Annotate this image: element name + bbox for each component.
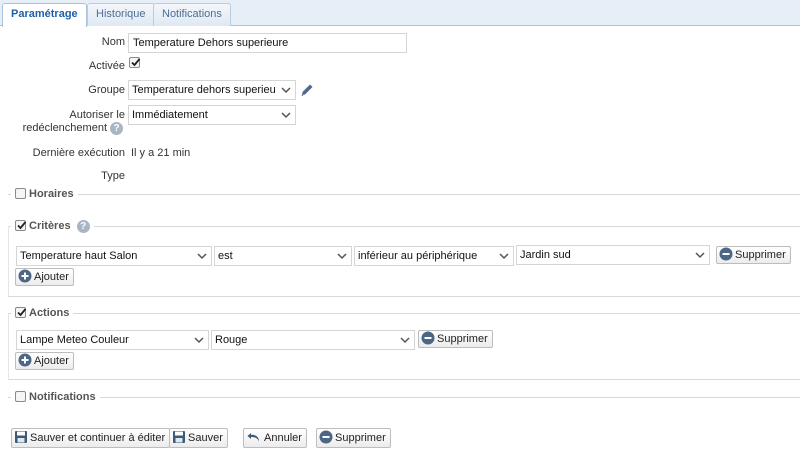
notifications-checkbox[interactable] — [15, 390, 26, 402]
minus-circle-icon — [319, 430, 333, 444]
chevron-down-icon — [400, 337, 410, 344]
actions-checkbox[interactable] — [15, 306, 27, 318]
chevron-down-icon — [197, 253, 207, 260]
groupe-label: Groupe — [88, 84, 125, 96]
chevron-down-icon — [499, 253, 509, 260]
action-value-value: Rouge — [215, 334, 248, 346]
redeclenchement-label-2: redéclenchement — [22, 122, 107, 134]
redeclenchement-label-1: Autoriser le — [69, 109, 125, 121]
horaires-label: Horaires — [29, 188, 74, 200]
chevron-down-icon — [281, 112, 291, 119]
minus-circle-icon — [719, 247, 733, 261]
chevron-down-icon — [695, 252, 705, 259]
derniere-execution-label: Dernière exécution — [32, 147, 125, 159]
notifications-label: Notifications — [29, 391, 96, 403]
checkmark-icon — [17, 221, 27, 229]
criteria-operator-value: est — [218, 250, 233, 262]
actions-legend: Actions — [11, 306, 74, 320]
save-button[interactable]: Sauver — [169, 428, 228, 448]
action-value-select[interactable]: Rouge — [211, 330, 415, 350]
checkmark-icon — [131, 58, 141, 67]
floppy-icon — [15, 431, 27, 444]
save-continue-button[interactable]: Sauver et continuer à éditer — [11, 428, 171, 448]
criteria-target-value: Jardin sud — [520, 249, 571, 261]
derniere-execution-value: Il y a 21 min — [131, 147, 191, 159]
tab-bar: Paramétrage Historique Notifications — [0, 0, 800, 27]
plus-circle-icon — [18, 269, 32, 283]
pencil-icon[interactable] — [299, 82, 315, 98]
checkmark-icon — [17, 308, 27, 316]
chevron-down-icon — [194, 337, 204, 344]
nom-label: Nom — [101, 36, 125, 48]
action-device-select[interactable]: Lampe Meteo Couleur — [16, 330, 209, 350]
criteria-add-button[interactable]: Ajouter — [15, 268, 74, 286]
tab-parametrage[interactable]: Paramétrage — [2, 3, 87, 27]
action-delete-button[interactable]: Supprimer — [418, 330, 493, 348]
tab-historique[interactable]: Historique — [87, 3, 155, 26]
horaires-fieldset — [8, 194, 800, 195]
floppy-icon — [173, 431, 185, 444]
type-label: Type — [101, 170, 125, 182]
criteria-target-select[interactable]: Jardin sud — [516, 245, 710, 265]
undo-icon — [247, 433, 259, 442]
criteria-comparison-value: inférieur au périphérique — [358, 250, 478, 262]
groupe-select[interactable]: Temperature dehors superieu — [128, 80, 296, 100]
criteria-comparison-select[interactable]: inférieur au périphérique — [354, 246, 514, 266]
horaires-legend: Horaires — [11, 187, 78, 201]
action-device-value: Lampe Meteo Couleur — [20, 334, 129, 346]
activee-label: Activée — [88, 60, 125, 72]
criteres-checkbox[interactable] — [15, 219, 27, 231]
criteria-device-value: Temperature haut Salon — [20, 250, 138, 262]
notifications-fieldset — [8, 397, 800, 398]
tab-notifications[interactable]: Notifications — [153, 3, 231, 26]
activee-checkbox[interactable] — [129, 57, 141, 68]
groupe-select-value: Temperature dehors superieu — [132, 84, 276, 96]
minus-circle-icon — [421, 331, 435, 345]
horaires-checkbox[interactable] — [15, 187, 26, 199]
criteria-delete-button[interactable]: Supprimer — [716, 246, 791, 264]
chevron-down-icon — [337, 253, 347, 260]
redeclenchement-select-value: Immédiatement — [132, 109, 208, 121]
criteres-label: Critères — [29, 220, 71, 232]
help-icon[interactable]: ? — [110, 122, 123, 135]
nom-input[interactable] — [128, 33, 407, 53]
criteres-legend: Critères ? — [11, 219, 94, 233]
criteria-operator-select[interactable]: est — [214, 246, 352, 266]
delete-button[interactable]: Supprimer — [316, 428, 391, 448]
chevron-down-icon — [281, 87, 291, 94]
actions-label: Actions — [29, 307, 70, 319]
help-icon[interactable]: ? — [76, 220, 90, 233]
cancel-button[interactable]: Annuler — [243, 428, 307, 448]
notifications-legend: Notifications — [11, 390, 100, 404]
action-add-button[interactable]: Ajouter — [15, 352, 74, 370]
criteria-device-select[interactable]: Temperature haut Salon — [16, 246, 212, 266]
plus-circle-icon — [18, 353, 32, 367]
redeclenchement-select[interactable]: Immédiatement — [128, 105, 296, 125]
